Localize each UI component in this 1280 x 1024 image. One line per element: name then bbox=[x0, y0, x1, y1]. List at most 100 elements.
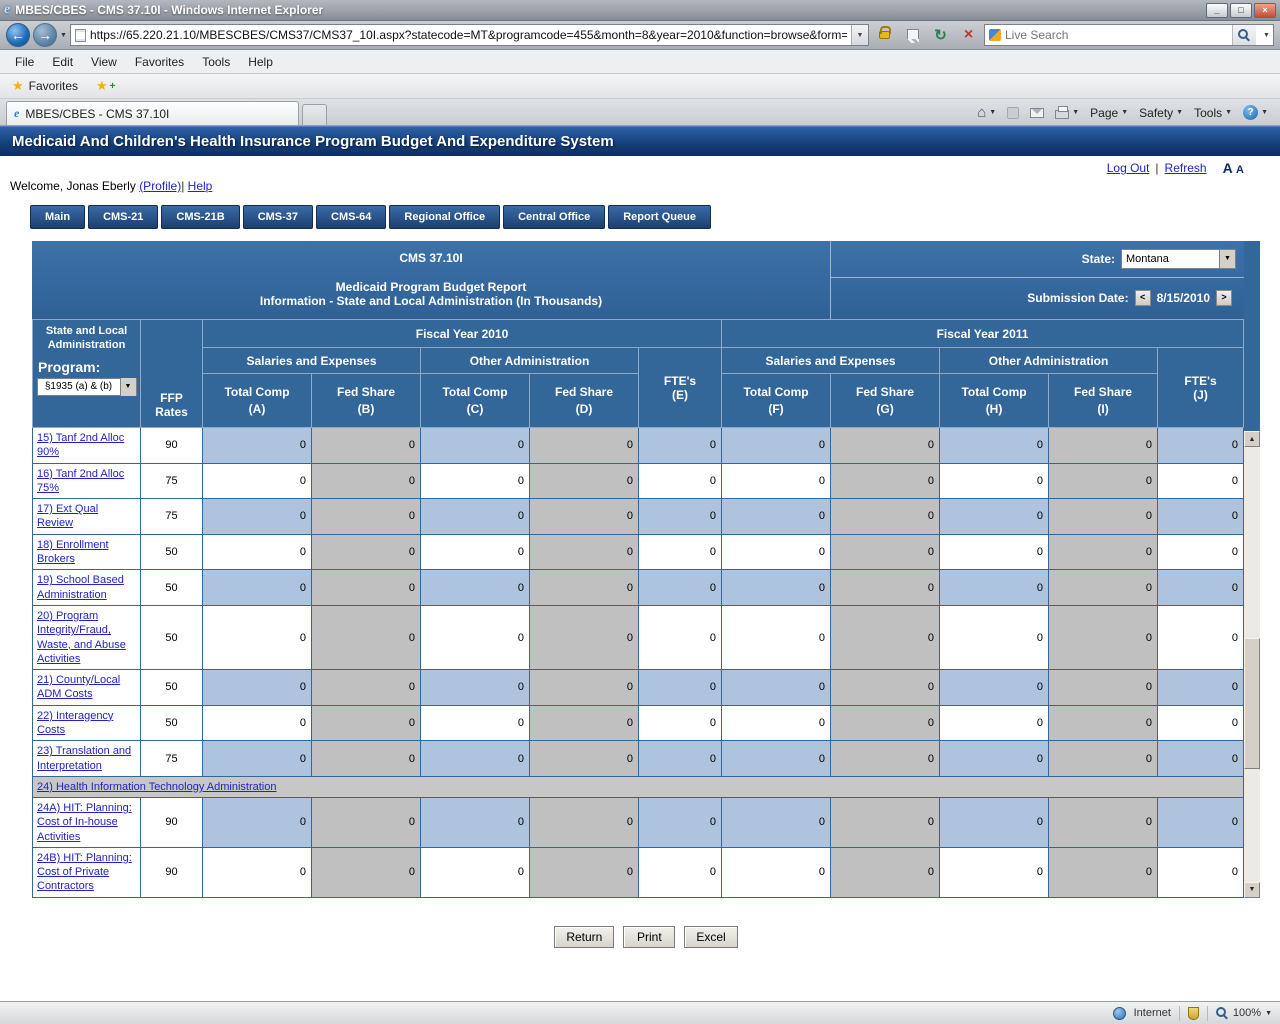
program-row-link[interactable]: 17) Ext Qual Review bbox=[37, 503, 98, 529]
maximize-button[interactable]: □ bbox=[1230, 3, 1252, 18]
value-cell: 0 bbox=[203, 847, 312, 897]
program-row-link[interactable]: 20) Program Integrity/Fraud, Waste, and … bbox=[37, 610, 126, 665]
font-decrease-icon[interactable]: A bbox=[1236, 164, 1244, 176]
state-selector-row: State: Montana ▼ bbox=[831, 241, 1244, 278]
logout-link[interactable]: Log Out bbox=[1107, 161, 1150, 175]
live-search-icon bbox=[989, 29, 1001, 41]
new-tab-button[interactable] bbox=[302, 104, 327, 125]
program-row-link[interactable]: 24A) HIT: Planning: Cost of In-house Act… bbox=[37, 802, 132, 843]
table-body: 15) Tanf 2nd Alloc 90%90000000000016) Ta… bbox=[33, 428, 1244, 898]
print-button[interactable]: ▼ bbox=[1055, 106, 1079, 119]
value-cell: 0 bbox=[940, 499, 1049, 535]
search-go-button[interactable] bbox=[1232, 25, 1256, 45]
nav-tab-cms-21[interactable]: CMS-21 bbox=[88, 205, 158, 229]
page-menu-button[interactable]: Page ▼ bbox=[1090, 106, 1128, 120]
ffp-rate-cell: 90 bbox=[141, 847, 203, 897]
program-row-link[interactable]: 21) County/Local ADM Costs bbox=[37, 674, 120, 700]
value-cell: 0 bbox=[530, 570, 639, 606]
value-cell: 0 bbox=[530, 670, 639, 706]
url-field[interactable] bbox=[90, 28, 847, 42]
value-cell: 0 bbox=[831, 741, 940, 777]
scroll-down-button[interactable]: ▼ bbox=[1244, 882, 1260, 898]
nav-tab-cms-21b[interactable]: CMS-21B bbox=[161, 205, 239, 229]
home-button[interactable]: ⌂ ▼ bbox=[977, 104, 996, 121]
menu-file[interactable]: File bbox=[6, 52, 43, 72]
nav-tab-cms-37[interactable]: CMS-37 bbox=[243, 205, 313, 229]
program-row-link[interactable]: 16) Tanf 2nd Alloc 75% bbox=[37, 468, 124, 494]
tools-menu-button[interactable]: Tools ▼ bbox=[1194, 106, 1232, 120]
program-row-link[interactable]: 19) School Based Administration bbox=[37, 574, 124, 600]
value-cell: 0 bbox=[1049, 605, 1158, 669]
program-row-link[interactable]: 18) Enrollment Brokers bbox=[37, 539, 109, 565]
refresh-button[interactable]: ↻ bbox=[928, 23, 953, 47]
value-cell: 0 bbox=[639, 605, 722, 669]
nav-tab-report-queue[interactable]: Report Queue bbox=[608, 205, 711, 229]
menu-tools[interactable]: Tools bbox=[193, 52, 239, 72]
program-row-link[interactable]: 15) Tanf 2nd Alloc 90% bbox=[37, 432, 124, 458]
scrollbar-thumb[interactable] bbox=[1244, 638, 1260, 768]
other-administration-header: Other Administration bbox=[940, 348, 1158, 374]
stop-button[interactable]: × bbox=[956, 23, 981, 47]
search-input[interactable] bbox=[1005, 28, 1228, 42]
help-menu-button[interactable]: ? ▼ bbox=[1243, 105, 1268, 120]
value-cell: 0 bbox=[203, 797, 312, 847]
refresh-page-link[interactable]: Refresh bbox=[1165, 161, 1207, 175]
excel-button[interactable]: Excel bbox=[684, 926, 737, 948]
nav-tab-regional-office[interactable]: Regional Office bbox=[389, 205, 500, 229]
search-dropdown-button[interactable]: ▼ bbox=[1260, 32, 1273, 39]
add-favorite-button[interactable]: ★+ bbox=[92, 76, 124, 96]
scroll-up-button[interactable]: ▲ bbox=[1244, 431, 1260, 447]
return-button[interactable]: Return bbox=[554, 926, 614, 948]
program-select[interactable]: §1935 (a) & (b) ▼ bbox=[37, 378, 137, 396]
back-button[interactable]: ← bbox=[6, 23, 30, 47]
nav-tab-central-office[interactable]: Central Office bbox=[503, 205, 605, 229]
value-cell: 0 bbox=[722, 534, 831, 570]
value-cell: 0 bbox=[530, 499, 639, 535]
value-cell: 0 bbox=[722, 499, 831, 535]
feeds-button[interactable] bbox=[1007, 107, 1019, 119]
stop-icon: × bbox=[964, 26, 973, 44]
program-row-link[interactable]: 24) Health Information Technology Admini… bbox=[37, 781, 277, 793]
compatibility-view-button[interactable] bbox=[900, 23, 925, 47]
scrollbar-track[interactable] bbox=[1244, 447, 1260, 882]
profile-link[interactable]: (Profile) bbox=[139, 179, 181, 193]
recent-pages-dropdown[interactable]: ▼ bbox=[60, 32, 67, 39]
program-row-link[interactable]: 23) Translation and Interpretation bbox=[37, 745, 131, 771]
security-report-button[interactable] bbox=[872, 23, 897, 47]
browser-tab-active[interactable]: e MBES/CBES - CMS 37.10I bbox=[6, 101, 299, 125]
print-button[interactable]: Print bbox=[623, 926, 675, 948]
program-row-link[interactable]: 24B) HIT: Planning: Cost of Private Cont… bbox=[37, 852, 132, 893]
read-mail-button[interactable] bbox=[1030, 108, 1044, 118]
menu-help[interactable]: Help bbox=[239, 52, 282, 72]
nav-tab-cms-64[interactable]: CMS-64 bbox=[316, 205, 386, 229]
address-bar: ← → ▼ ▼ ↻ × ▼ bbox=[0, 21, 1280, 50]
forward-button[interactable]: → bbox=[33, 23, 57, 47]
favorites-button[interactable]: ★ Favorites bbox=[6, 76, 84, 96]
zoom-control[interactable]: 100% ▼ bbox=[1216, 1007, 1272, 1020]
value-cell: 0 bbox=[639, 741, 722, 777]
chevron-down-icon: ▼ bbox=[1219, 250, 1235, 268]
table-scrollbar[interactable]: ▲ ▼ bbox=[1244, 431, 1260, 898]
url-dropdown-button[interactable]: ▼ bbox=[851, 25, 868, 45]
value-cell: 0 bbox=[639, 797, 722, 847]
status-separator bbox=[1207, 1006, 1208, 1021]
value-cell: 0 bbox=[831, 847, 940, 897]
program-label-cell: 19) School Based Administration bbox=[33, 570, 141, 606]
value-cell: 0 bbox=[1049, 741, 1158, 777]
menu-edit[interactable]: Edit bbox=[43, 52, 82, 72]
prev-date-button[interactable]: < bbox=[1135, 290, 1151, 306]
font-increase-icon[interactable]: A bbox=[1223, 160, 1233, 176]
safety-menu-button[interactable]: Safety ▼ bbox=[1139, 106, 1183, 120]
value-cell: 0 bbox=[1158, 705, 1244, 741]
state-select[interactable]: Montana ▼ bbox=[1121, 249, 1236, 269]
help-link[interactable]: Help bbox=[188, 179, 213, 193]
next-date-button[interactable]: > bbox=[1216, 290, 1232, 306]
close-button[interactable]: × bbox=[1254, 3, 1276, 18]
minimize-button[interactable]: _ bbox=[1206, 3, 1228, 18]
value-cell: 0 bbox=[940, 463, 1049, 499]
nav-tab-main[interactable]: Main bbox=[30, 205, 85, 229]
menu-favorites[interactable]: Favorites bbox=[126, 52, 193, 72]
program-label-cell: 21) County/Local ADM Costs bbox=[33, 670, 141, 706]
program-row-link[interactable]: 22) Interagency Costs bbox=[37, 710, 113, 736]
menu-view[interactable]: View bbox=[82, 52, 126, 72]
